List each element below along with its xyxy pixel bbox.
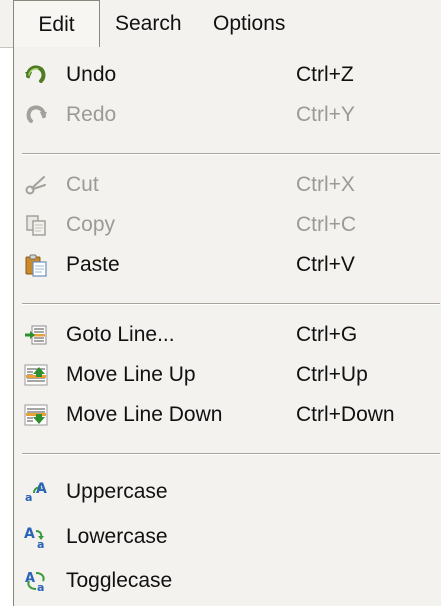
uppercase-icon: a A (25, 481, 47, 504)
menu-item-shortcut: Ctrl+Z (296, 63, 354, 86)
menu-item-lowercase[interactable]: A a Lowercase (14, 517, 441, 557)
menu-item-label: Cut (66, 173, 99, 196)
menu-item-shortcut: Ctrl+Up (296, 363, 368, 386)
menu-item-shortcut: Ctrl+C (296, 213, 357, 236)
menu-options[interactable]: Options (213, 0, 285, 48)
menu-item-copy[interactable]: Copy Ctrl+C (14, 205, 441, 245)
move-line-down-icon (24, 404, 48, 426)
copy-icon (26, 215, 46, 236)
edit-menu-dropdown: Undo Ctrl+Z Redo Ctrl+Y Cut Ctrl+X Copy … (13, 47, 441, 606)
goto-line-icon (25, 325, 47, 345)
menu-edit[interactable]: Edit (13, 0, 100, 48)
undo-icon (25, 65, 46, 83)
menu-item-paste[interactable]: Paste Ctrl+V (14, 245, 441, 285)
menu-separator (22, 153, 440, 155)
menu-separator (22, 303, 440, 305)
menu-item-label: Lowercase (66, 525, 168, 548)
menu-item-move-line-down[interactable]: Move Line Down Ctrl+Down (14, 395, 441, 435)
editor-window: Edit Search Options Undo Ctrl+Z Redo Ctr… (0, 0, 441, 606)
lowercase-icon: A a (24, 526, 44, 549)
menu-bar: Edit Search Options (0, 0, 441, 48)
menu-separator (22, 453, 440, 455)
svg-text:A: A (24, 526, 35, 542)
menu-item-label: Goto Line... (66, 323, 175, 346)
menu-item-shortcut: Ctrl+G (296, 323, 358, 346)
menu-item-label: Move Line Up (66, 363, 196, 386)
togglecase-icon: A a (25, 571, 45, 593)
redo-icon (26, 105, 47, 123)
menu-item-label: Togglecase (66, 569, 173, 592)
menu-item-togglecase[interactable]: A a Togglecase (14, 561, 441, 601)
svg-text:A: A (36, 481, 47, 497)
menu-item-shortcut: Ctrl+V (296, 253, 355, 276)
menu-item-label: Redo (66, 103, 117, 126)
menu-search[interactable]: Search (115, 0, 182, 48)
menu-item-label: Uppercase (66, 480, 168, 503)
svg-text:A: A (25, 571, 35, 586)
menu-item-uppercase[interactable]: a A Uppercase (14, 472, 441, 512)
menu-item-shortcut: Ctrl+X (296, 173, 355, 196)
scissors-icon (25, 176, 46, 195)
menu-item-goto-line[interactable]: Goto Line... Ctrl+G (14, 315, 441, 355)
menu-item-label: Copy (66, 213, 116, 236)
paste-icon (25, 254, 47, 277)
menu-item-cut[interactable]: Cut Ctrl+X (14, 165, 441, 205)
menu-item-move-line-up[interactable]: Move Line Up Ctrl+Up (14, 355, 441, 395)
menu-item-redo[interactable]: Redo Ctrl+Y (14, 95, 441, 135)
menu-item-label: Undo (66, 63, 117, 86)
menu-item-shortcut: Ctrl+Y (296, 103, 355, 126)
menu-item-label: Move Line Down (66, 403, 223, 426)
svg-text:a: a (37, 538, 44, 549)
menu-item-shortcut: Ctrl+Down (296, 403, 395, 426)
svg-text:a: a (37, 581, 44, 593)
menu-item-label: Paste (66, 253, 120, 276)
svg-text:a: a (25, 491, 32, 504)
menu-item-undo[interactable]: Undo Ctrl+Z (14, 55, 441, 95)
move-line-up-icon (24, 364, 48, 386)
